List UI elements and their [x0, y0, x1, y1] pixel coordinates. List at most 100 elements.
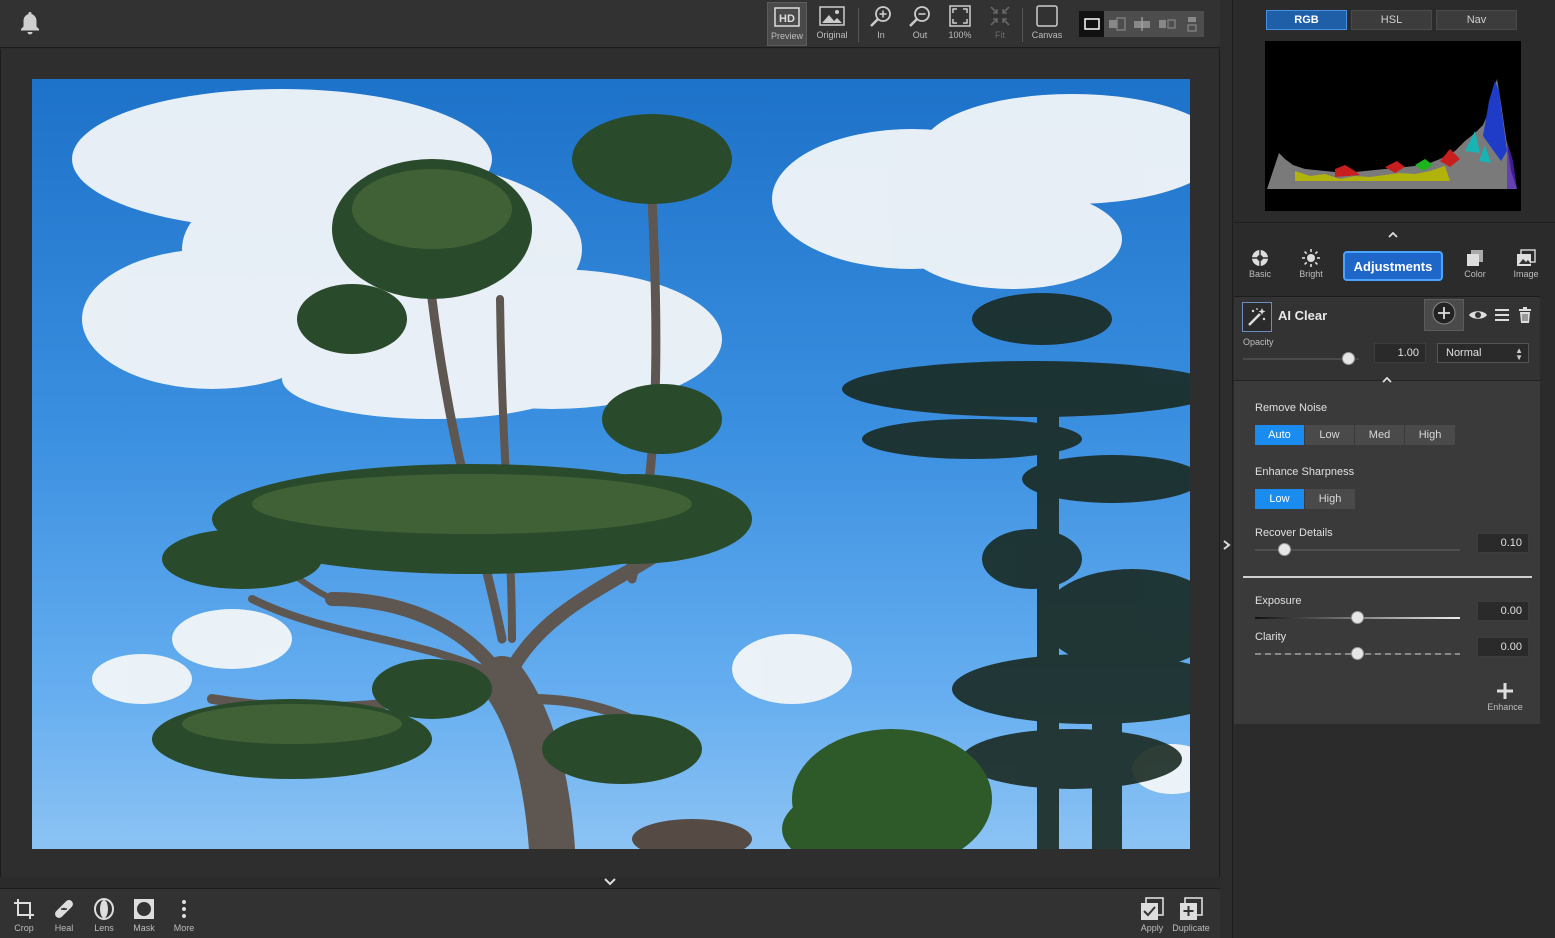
apply-icon	[1140, 895, 1164, 923]
collapse-histogram-chevron-icon[interactable]	[1387, 225, 1399, 238]
category-bright[interactable]: Bright	[1289, 247, 1333, 279]
lens-icon	[93, 895, 115, 923]
apply-button[interactable]: Apply	[1132, 895, 1172, 935]
eye-icon[interactable]	[1468, 306, 1488, 324]
zoom-out-icon	[908, 2, 932, 30]
recover-details-value-field[interactable]: 0.10	[1477, 533, 1529, 553]
zoom-in-button[interactable]: In	[864, 2, 898, 46]
tab-nav[interactable]: Nav	[1436, 10, 1517, 30]
remove-noise-med[interactable]: Med	[1355, 425, 1405, 445]
opacity-slider-knob[interactable]	[1342, 352, 1355, 365]
photo-preview[interactable]	[32, 79, 1190, 849]
remove-noise-label: Remove Noise	[1255, 402, 1328, 414]
crop-label: Crop	[14, 923, 34, 933]
more-button[interactable]: More	[164, 895, 204, 935]
clarity-label: Clarity	[1255, 631, 1287, 643]
enhance-sharpness-label: Enhance Sharpness	[1255, 466, 1355, 478]
zoom-out-button[interactable]: Out	[903, 2, 937, 46]
menu-icon[interactable]	[1492, 306, 1512, 324]
crop-button[interactable]: Crop	[4, 895, 44, 935]
aperture-icon	[1250, 247, 1270, 269]
recover-details-knob[interactable]	[1278, 543, 1291, 556]
category-image-label: Image	[1513, 269, 1539, 279]
duplicate-icon	[1179, 895, 1203, 923]
category-adjustments[interactable]: Adjustments	[1343, 251, 1443, 281]
add-filter-button[interactable]	[1424, 299, 1464, 331]
collapse-chevron-icon[interactable]	[602, 875, 618, 887]
clarity-slider[interactable]	[1255, 647, 1460, 661]
opacity-value-field[interactable]: 1.00	[1374, 343, 1426, 363]
split-view-icon[interactable]	[1104, 11, 1129, 37]
remove-noise-options: Auto Low Med High	[1255, 425, 1455, 445]
remove-noise-auto[interactable]: Auto	[1255, 425, 1305, 445]
preview-button[interactable]: HD Preview	[767, 2, 807, 46]
recover-details-slider[interactable]	[1255, 543, 1460, 557]
mask-button[interactable]: Mask	[124, 895, 164, 935]
stacked-view-icon[interactable]	[1179, 11, 1204, 37]
category-color[interactable]: Color	[1453, 247, 1497, 279]
sharpness-low[interactable]: Low	[1255, 489, 1305, 509]
blend-mode-select[interactable]: Normal ▲ ▼	[1437, 343, 1529, 363]
category-basic-label: Basic	[1248, 269, 1271, 279]
bell-icon[interactable]	[18, 10, 42, 36]
canvas-button[interactable]: Canvas	[1028, 2, 1066, 46]
canvas-icon	[1035, 2, 1059, 30]
opacity-label: Opacity	[1243, 337, 1274, 347]
exposure-slider[interactable]	[1255, 611, 1460, 625]
opacity-slider[interactable]	[1243, 352, 1359, 366]
image-canvas	[0, 49, 1220, 877]
toolbar-divider	[1022, 8, 1023, 42]
category-image[interactable]: Image	[1504, 247, 1548, 279]
right-panel: RGB HSL Nav Basic Bright Adjustments Col…	[1234, 0, 1555, 938]
histogram	[1265, 41, 1521, 211]
enhance-button[interactable]: Enhance	[1482, 682, 1528, 712]
lens-button[interactable]: Lens	[84, 895, 124, 935]
apply-label: Apply	[1140, 923, 1164, 933]
lens-label: Lens	[94, 923, 114, 933]
expand-panel-chevron-icon[interactable]	[1220, 538, 1232, 552]
duplicate-button[interactable]: Duplicate	[1171, 895, 1211, 935]
sharpness-high[interactable]: High	[1305, 489, 1355, 509]
category-bright-label: Bright	[1299, 269, 1323, 279]
canvas-label: Canvas	[1031, 30, 1063, 40]
histogram-tabs: RGB HSL Nav	[1266, 10, 1517, 30]
heal-button[interactable]: Heal	[44, 895, 84, 935]
panel-scrollbar[interactable]	[1542, 296, 1548, 724]
exposure-value-field[interactable]: 0.00	[1477, 601, 1529, 621]
clarity-knob[interactable]	[1351, 647, 1364, 660]
toolbar-divider	[858, 8, 859, 42]
svg-text:HD: HD	[779, 13, 795, 25]
clarity-value-field[interactable]: 0.00	[1477, 637, 1529, 657]
crop-icon	[13, 895, 35, 923]
category-color-label: Color	[1464, 269, 1486, 279]
mask-label: Mask	[133, 923, 155, 933]
heal-label: Heal	[54, 923, 74, 933]
tab-hsl[interactable]: HSL	[1351, 10, 1432, 30]
duplicate-label: Duplicate	[1172, 923, 1210, 933]
layers-icon	[1465, 247, 1485, 269]
fit-label: Fit	[995, 30, 1005, 40]
collapse-filter-chevron-icon[interactable]	[1381, 370, 1393, 383]
original-button[interactable]: Original	[812, 2, 852, 46]
tab-rgb[interactable]: RGB	[1266, 10, 1347, 30]
bandage-icon	[53, 895, 75, 923]
divider	[1234, 222, 1555, 223]
plus-icon	[1432, 301, 1456, 330]
single-view-icon[interactable]	[1079, 11, 1104, 37]
sun-icon	[1301, 247, 1321, 269]
side-by-side-icon[interactable]	[1154, 11, 1179, 37]
original-label: Original	[816, 30, 848, 40]
trash-icon[interactable]	[1515, 306, 1535, 324]
fit-button[interactable]: Fit	[983, 2, 1017, 46]
hd-icon: HD	[774, 3, 800, 31]
category-basic[interactable]: Basic	[1238, 247, 1282, 279]
zoom-in-icon	[869, 2, 893, 30]
more-label: More	[173, 923, 195, 933]
zoom-100-button[interactable]: 100%	[943, 2, 977, 46]
split-vertical-icon[interactable]	[1129, 11, 1154, 37]
remove-noise-low[interactable]: Low	[1305, 425, 1355, 445]
remove-noise-high[interactable]: High	[1405, 425, 1455, 445]
magic-wand-icon	[1242, 302, 1272, 332]
top-toolbar: HD Preview Original In Out 100% Fit Canv…	[0, 0, 1220, 48]
exposure-knob[interactable]	[1351, 611, 1364, 624]
